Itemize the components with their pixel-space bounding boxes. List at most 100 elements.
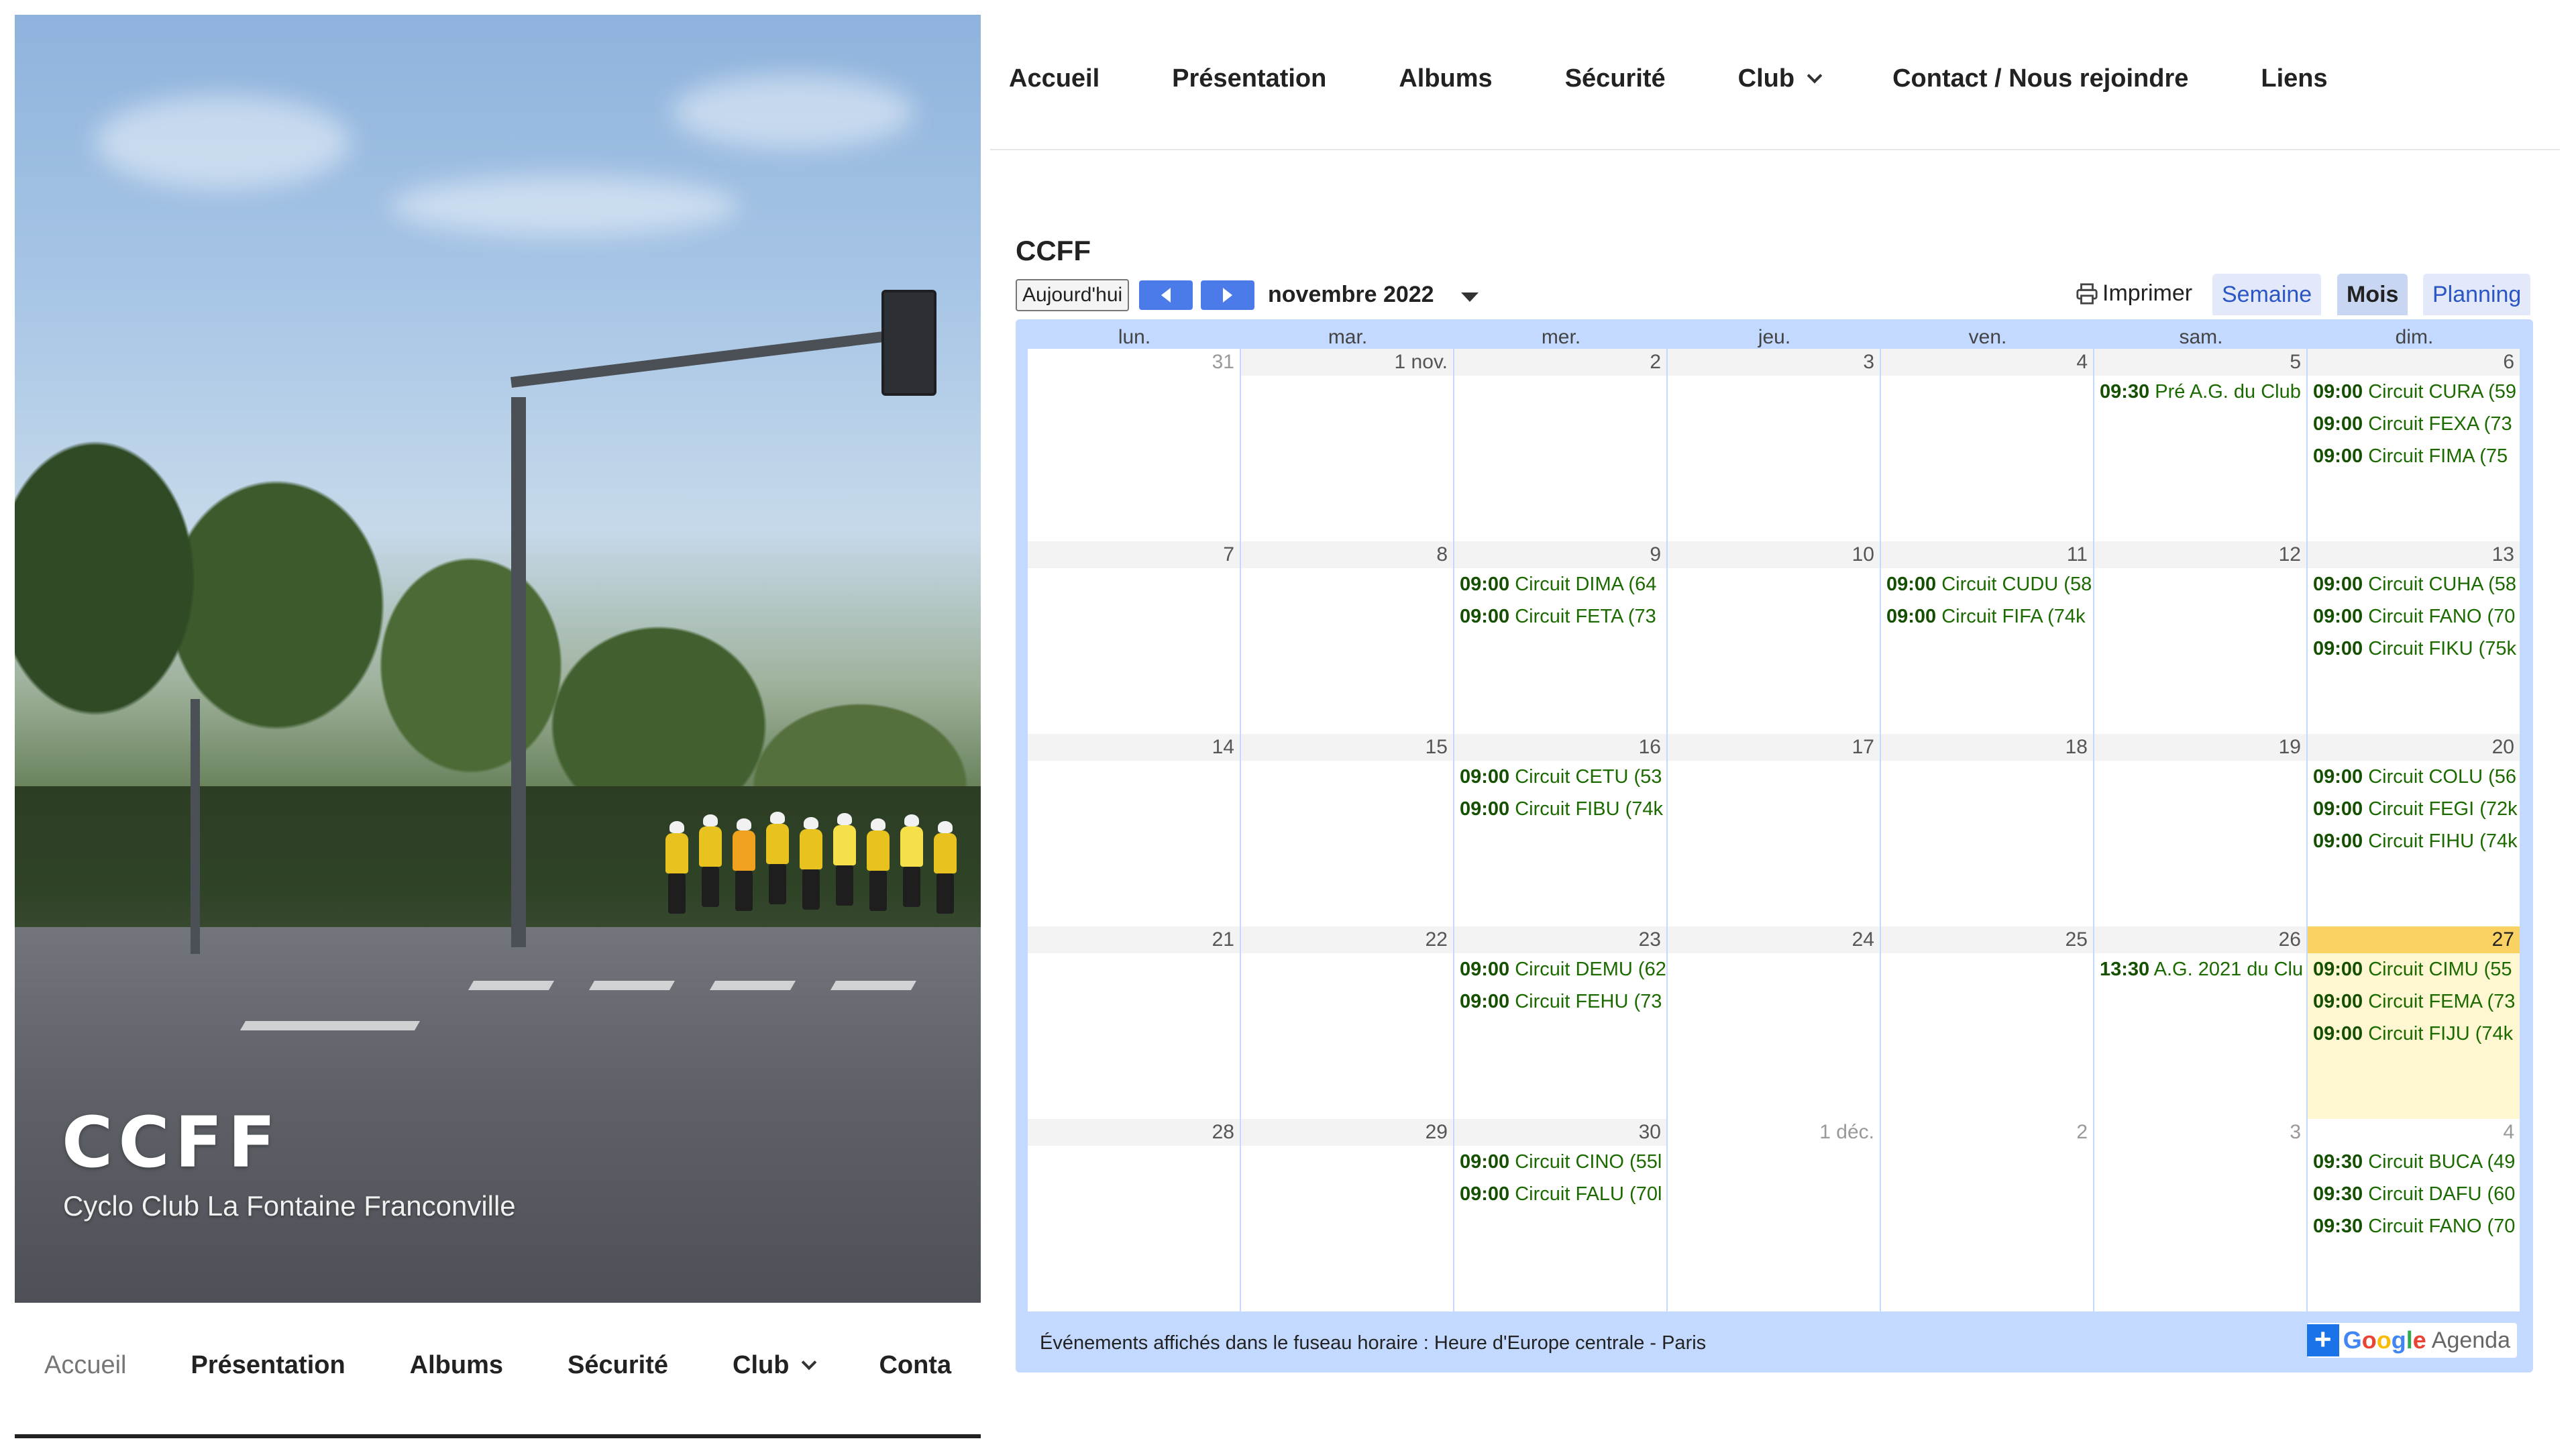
calendar-day-cell[interactable]: 1 déc. xyxy=(1668,1119,1881,1311)
prev-month-button[interactable] xyxy=(1139,280,1193,310)
print-button[interactable]: Imprimer xyxy=(2076,280,2192,307)
calendar-event[interactable]: 09:00 Circuit DEMU (62 xyxy=(1454,953,1666,985)
event-time: 09:00 xyxy=(2313,638,2363,659)
calendar-day-cell[interactable]: 18 xyxy=(1881,734,2094,926)
calendar-event[interactable]: 09:00 Circuit FEXA (73 xyxy=(2308,408,2520,440)
event-title: Circuit CUHA (58 xyxy=(2368,574,2517,595)
event-time: 09:00 xyxy=(2313,766,2363,788)
tab-semaine[interactable]: Semaine xyxy=(2212,274,2322,315)
calendar-day-cell[interactable]: 25 xyxy=(1881,926,2094,1119)
calendar-day-cell[interactable]: 4 xyxy=(1881,349,2094,541)
calendar-event[interactable]: 09:00 Circuit CINO (55l xyxy=(1454,1146,1666,1178)
calendar-event[interactable]: 09:30 Circuit FANO (70 xyxy=(2308,1210,2520,1242)
event-time: 09:00 xyxy=(1460,574,1510,595)
calendar-event[interactable]: 09:00 Circuit FIHU (74k xyxy=(2308,825,2520,857)
calendar-day-cell[interactable]: 1 nov. xyxy=(1241,349,1454,541)
top-nav-item-albums[interactable]: Albums xyxy=(1399,64,1492,93)
calendar-event[interactable]: 09:00 Circuit FEMA (73 xyxy=(2308,985,2520,1018)
calendar-day-cell[interactable]: 3 xyxy=(1668,349,1881,541)
calendar-event[interactable]: 09:00 Circuit FIFA (74k xyxy=(1881,600,2093,633)
calendar-day-cell[interactable]: 4 09:30 Circuit BUCA (49 09:30 Circuit DAF… xyxy=(2308,1119,2521,1311)
calendar-day-cell[interactable]: 12 xyxy=(2094,541,2308,734)
site-description: Cyclo Club La Fontaine Franconville xyxy=(63,1190,516,1222)
calendar-event[interactable]: 09:30 Circuit BUCA (49 xyxy=(2308,1146,2520,1178)
current-month-label[interactable]: novembre 2022 xyxy=(1268,282,1434,308)
calendar-day-cell[interactable]: 21 xyxy=(1028,926,1241,1119)
day-number: 8 xyxy=(1241,541,1453,568)
calendar-day-cell[interactable]: 28 xyxy=(1028,1119,1241,1311)
calendar-day-cell[interactable]: 7 xyxy=(1028,541,1241,734)
calendar-event[interactable]: 09:00 Circuit FEHU (73 xyxy=(1454,985,1666,1018)
calendar-day-cell-today[interactable]: 27 09:00 Circuit CIMU (55 09:00 Circuit FE… xyxy=(2308,926,2521,1119)
calendar-event[interactable]: 09:00 Circuit CETU (53 xyxy=(1454,761,1666,793)
google-agenda-badge[interactable]: + Google Agenda xyxy=(2306,1323,2517,1358)
calendar-day-cell[interactable]: 31 xyxy=(1028,349,1241,541)
left-nav-item-presentation[interactable]: Présentation xyxy=(191,1351,345,1380)
calendar-day-cell[interactable]: 2 xyxy=(1454,349,1668,541)
calendar-event[interactable]: 09:00 Circuit CIMU (55 xyxy=(2308,953,2520,985)
calendar-day-cell[interactable]: 17 xyxy=(1668,734,1881,926)
calendar-day-cell[interactable]: 15 xyxy=(1241,734,1454,926)
top-nav-item-contact[interactable]: Contact / Nous rejoindre xyxy=(1892,64,2188,93)
left-nav-item-club[interactable]: Club xyxy=(733,1351,817,1380)
calendar-event[interactable]: 09:00 Circuit CUDU (58 xyxy=(1881,568,2093,600)
calendar-event[interactable]: 09:00 Circuit CURA (59 xyxy=(2308,376,2520,408)
calendar-day-cell[interactable]: 26 13:30 A.G. 2021 du Clu xyxy=(2094,926,2308,1119)
calendar-event[interactable]: 09:00 Circuit CUHA (58 xyxy=(2308,568,2520,600)
calendar-event[interactable]: 09:00 Circuit COLU (56 xyxy=(2308,761,2520,793)
calendar-day-cell[interactable]: 16 09:00 Circuit CETU (53 09:00 Circuit FI… xyxy=(1454,734,1668,926)
calendar-day-cell[interactable]: 9 09:00 Circuit DIMA (64 09:00 Circuit FET… xyxy=(1454,541,1668,734)
calendar-day-cell[interactable]: 22 xyxy=(1241,926,1454,1119)
calendar-event[interactable]: 09:00 Circuit FIBU (74k xyxy=(1454,793,1666,825)
calendar-event[interactable]: 09:00 Circuit FEGI (72k xyxy=(2308,793,2520,825)
print-label: Imprimer xyxy=(2102,280,2193,306)
calendar-day-cell[interactable]: 5 09:30 Pré A.G. du Club xyxy=(2094,349,2308,541)
event-time: 09:30 xyxy=(2313,1183,2363,1205)
top-nav-item-securite[interactable]: Sécurité xyxy=(1565,64,1666,93)
calendar-day-cell[interactable]: 10 xyxy=(1668,541,1881,734)
top-nav-item-presentation[interactable]: Présentation xyxy=(1172,64,1326,93)
left-nav-item-albums[interactable]: Albums xyxy=(410,1351,503,1380)
tab-mois[interactable]: Mois xyxy=(2337,274,2408,315)
calendar-event[interactable]: 09:00 Circuit FALU (70l xyxy=(1454,1178,1666,1210)
calendar-day-cell[interactable]: 14 xyxy=(1028,734,1241,926)
top-nav-item-liens[interactable]: Liens xyxy=(2261,64,2327,93)
calendar-event[interactable]: 09:00 Circuit FANO (70 xyxy=(2308,600,2520,633)
day-number: 14 xyxy=(1028,734,1240,761)
top-nav-item-club[interactable]: Club xyxy=(1738,64,1823,93)
calendar-event[interactable]: 09:00 Circuit FIJU (74k xyxy=(2308,1018,2520,1050)
site-title[interactable]: CCFF xyxy=(62,1102,281,1183)
calendar-event[interactable]: 13:30 A.G. 2021 du Clu xyxy=(2094,953,2306,985)
today-button[interactable]: Aujourd'hui xyxy=(1016,279,1130,311)
month-dropdown-icon[interactable] xyxy=(1461,292,1479,302)
day-number: 29 xyxy=(1241,1119,1453,1146)
calendar-day-cell[interactable]: 13 09:00 Circuit CUHA (58 09:00 Circuit FA… xyxy=(2308,541,2521,734)
weekday-header: sam. xyxy=(2179,326,2223,348)
calendar-day-cell[interactable]: 23 09:00 Circuit DEMU (62 09:00 Circuit FE… xyxy=(1454,926,1668,1119)
calendar-day-cell[interactable]: 3 xyxy=(2094,1119,2308,1311)
calendar-event[interactable]: 09:00 Circuit FIKU (75k xyxy=(2308,633,2520,665)
day-number: 1 nov. xyxy=(1241,349,1453,376)
calendar-event[interactable]: 09:30 Pré A.G. du Club xyxy=(2094,376,2306,408)
calendar-event[interactable]: 09:00 Circuit FETA (73 xyxy=(1454,600,1666,633)
calendar-day-cell[interactable]: 20 09:00 Circuit COLU (56 09:00 Circuit FE… xyxy=(2308,734,2521,926)
calendar-event[interactable]: 09:00 Circuit DIMA (64 xyxy=(1454,568,1666,600)
nav-label: Présentation xyxy=(191,1351,345,1379)
next-month-button[interactable] xyxy=(1201,280,1254,310)
calendar-day-cell[interactable]: 11 09:00 Circuit CUDU (58 09:00 Circuit FI… xyxy=(1881,541,2094,734)
calendar-day-cell[interactable]: 24 xyxy=(1668,926,1881,1119)
calendar-day-cell[interactable]: 29 xyxy=(1241,1119,1454,1311)
left-nav-item-accueil[interactable]: Accueil xyxy=(44,1351,127,1380)
nav-label: Contact / Nous rejoindre xyxy=(1892,64,2189,93)
calendar-day-cell[interactable]: 30 09:00 Circuit CINO (55l 09:00 Circuit F… xyxy=(1454,1119,1668,1311)
left-nav-item-securite[interactable]: Sécurité xyxy=(568,1351,668,1380)
left-nav-item-contact[interactable]: Conta xyxy=(879,1351,951,1380)
calendar-day-cell[interactable]: 19 xyxy=(2094,734,2308,926)
tab-planning[interactable]: Planning xyxy=(2423,274,2531,315)
calendar-day-cell[interactable]: 6 09:00 Circuit CURA (59 09:00 Circuit FEX… xyxy=(2308,349,2521,541)
calendar-day-cell[interactable]: 2 xyxy=(1881,1119,2094,1311)
calendar-event[interactable]: 09:30 Circuit DAFU (60 xyxy=(2308,1178,2520,1210)
calendar-day-cell[interactable]: 8 xyxy=(1241,541,1454,734)
calendar-event[interactable]: 09:00 Circuit FIMA (75 xyxy=(2308,440,2520,472)
top-nav-item-accueil[interactable]: Accueil xyxy=(1009,64,1099,93)
